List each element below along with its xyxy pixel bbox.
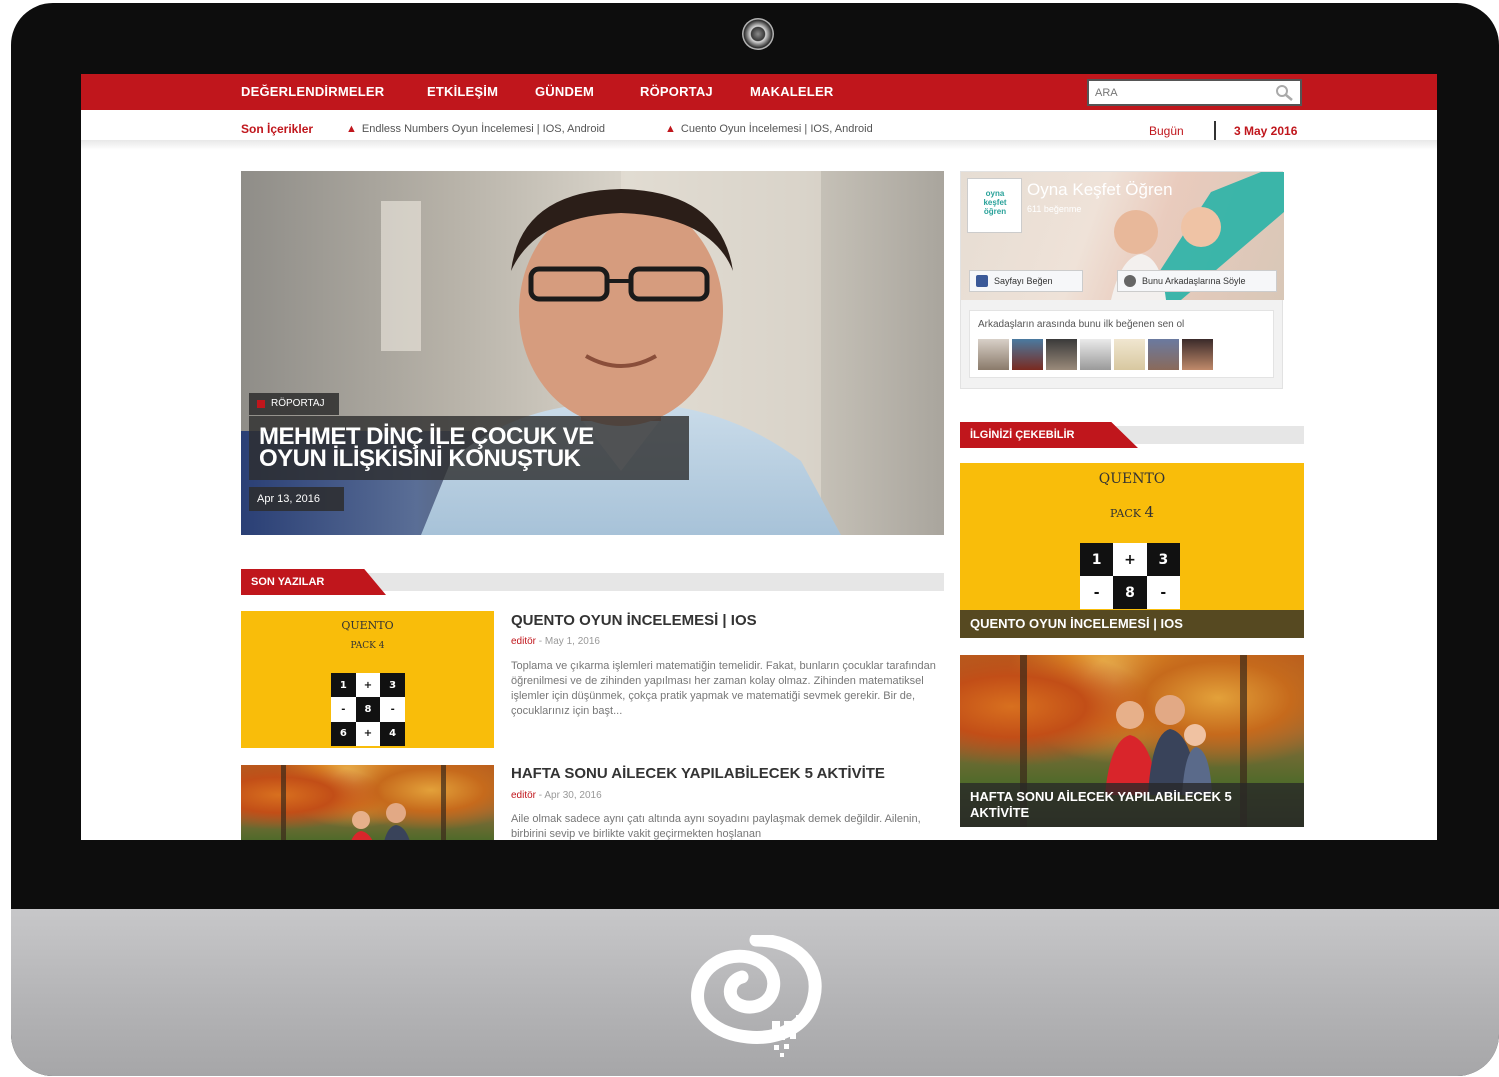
quento-cell: 3 — [1146, 543, 1180, 576]
featured-card-title: HAFTA SONU AİLECEK YAPILABİLECEK 5 AKTİV… — [960, 783, 1304, 827]
quento-cell: 1 — [1080, 543, 1114, 576]
nav-item-degerlendirmeler[interactable]: DEĞERLENDİRMELER — [241, 84, 384, 99]
monitor-frame: DEĞERLENDİRMELER ETKİLEŞİM GÜNDEM RÖPORT… — [11, 3, 1499, 1076]
facebook-cover: oyna keşfet öğren Oyna Keşfet Öğren 611 … — [961, 172, 1284, 300]
facebook-friends-text: Arkadaşların arasında bunu ilk beğenen s… — [978, 319, 1185, 330]
hero-date: Apr 13, 2016 — [249, 487, 344, 511]
browser-screen: DEĞERLENDİRMELER ETKİLEŞİM GÜNDEM RÖPORT… — [81, 74, 1437, 840]
webcam-icon — [742, 18, 774, 50]
quento-cell: 3 — [380, 673, 405, 698]
facebook-page-logo[interactable]: oyna keşfet öğren — [967, 178, 1022, 233]
quento-pack: PACK 4 — [960, 503, 1304, 521]
post-thumbnail[interactable]: QUENTO PACK 4 1 + 3 - 8 - 6 + 4 — [241, 611, 494, 748]
quento-grid: 1 + 3 - 8 - 6 + 4 — [331, 673, 405, 746]
quento-pack-number: 4 — [1144, 503, 1155, 521]
today-label: Bugün — [1149, 124, 1184, 138]
hero-category-badge[interactable]: RÖPORTAJ — [249, 393, 339, 415]
post-meta: editör - May 1, 2016 — [511, 636, 600, 647]
quento-pack-label: PACK — [350, 641, 376, 651]
search-icon[interactable] — [1274, 84, 1294, 102]
facebook-logo-text: oyna keşfet öğren — [983, 189, 1007, 216]
ticker-item-text: Cuento Oyun İncelemesi | IOS, Android — [680, 123, 873, 135]
featured-card-title: QUENTO OYUN İNCELEMESİ | IOS — [960, 610, 1304, 638]
section-title: SON YAZILAR — [241, 569, 386, 595]
hero-title-line: OYUN İLİŞKİSİNİ KONUŞTUK — [259, 445, 581, 472]
quento-cell: + — [355, 673, 381, 698]
quento-cell: 8 — [1113, 576, 1147, 609]
facebook-share-label: Bunu Arkadaşlarına Söyle — [1142, 276, 1246, 286]
post-meta: editör - Apr 30, 2016 — [511, 790, 602, 801]
ticker-item-text: Endless Numbers Oyun İncelemesi | IOS, A… — [361, 123, 606, 135]
ticker-label: Son İçerikler — [241, 122, 314, 136]
avatar[interactable] — [1080, 339, 1111, 370]
quento-grid: 1 + 3 - 8 - — [1080, 543, 1180, 609]
facebook-share-button[interactable]: Bunu Arkadaşlarına Söyle — [1117, 270, 1277, 292]
nav-item-roportaj[interactable]: RÖPORTAJ — [640, 84, 713, 99]
featured-card[interactable]: HAFTA SONU AİLECEK YAPILABİLECEK 5 AKTİV… — [960, 655, 1304, 827]
arrow-icon: ▲ — [346, 123, 357, 135]
ticker-item[interactable]: ▲ Cuento Oyun İncelemesi | IOS, Android — [665, 123, 873, 135]
quento-cell: - — [1146, 576, 1180, 609]
avatar[interactable] — [978, 339, 1009, 370]
quento-pack: PACK 4 — [241, 641, 494, 651]
family-figures — [281, 765, 446, 840]
quento-brand: QUENTO — [341, 619, 394, 632]
arrow-icon: ▲ — [665, 123, 676, 135]
facebook-likes-count: 611 beğenme — [1027, 204, 1082, 214]
post-excerpt: Aile olmak sadece aynı çatı altında aynı… — [511, 813, 921, 840]
facebook-like-button[interactable]: Sayfayı Beğen — [969, 270, 1083, 292]
divider — [1214, 121, 1216, 141]
quento-cell: + — [1113, 543, 1147, 576]
quento-cell: - — [331, 697, 356, 722]
hero-slide[interactable]: RÖPORTAJ MEHMET DİNÇ İLE ÇOCUK VE OYUN İ… — [241, 171, 944, 535]
facebook-page-name[interactable]: Oyna Keşfet Öğren — [1027, 180, 1173, 200]
post-title[interactable]: QUENTO OYUN İNCELEMESİ | IOS — [511, 612, 757, 629]
post-title[interactable]: HAFTA SONU AİLECEK YAPILABİLECEK 5 AKTİV… — [511, 765, 885, 782]
nav-item-makaleler[interactable]: MAKALELER — [750, 84, 833, 99]
main-navigation: DEĞERLENDİRMELER ETKİLEŞİM GÜNDEM RÖPORT… — [81, 74, 1437, 110]
facebook-friends-box: Arkadaşların arasında bunu ilk beğenen s… — [969, 310, 1274, 378]
section-header-latest: SON YAZILAR — [241, 569, 944, 595]
quento-cell: - — [380, 697, 405, 722]
messenger-icon — [1124, 275, 1136, 287]
facebook-icon — [976, 275, 988, 287]
ticker-item[interactable]: ▲ Endless Numbers Oyun İncelemesi | IOS, … — [346, 123, 605, 135]
quento-cell: 6 — [331, 721, 356, 746]
quento-cell: - — [1080, 576, 1114, 609]
avatar[interactable] — [1182, 339, 1213, 370]
divider — [81, 140, 1437, 150]
post-date: May 1, 2016 — [544, 636, 600, 647]
post-excerpt: Toplama ve çıkarma işlemleri matematiğin… — [511, 660, 936, 717]
nav-item-etkilesim[interactable]: ETKİLEŞİM — [427, 84, 498, 99]
featured-card[interactable]: QUENTO PACK 4 1 + 3 - 8 - QUENTO OYUN İN… — [960, 463, 1304, 638]
quento-pack-label: PACK — [1109, 507, 1141, 520]
hero-photo — [241, 171, 944, 535]
quento-cell: 1 — [331, 673, 356, 698]
avatar[interactable] — [1148, 339, 1179, 370]
post-thumbnail[interactable] — [241, 765, 494, 840]
post-author[interactable]: editör — [511, 636, 536, 647]
quento-pack-number: 4 — [378, 641, 385, 651]
avatar[interactable] — [1046, 339, 1077, 370]
search-input[interactable] — [1095, 84, 1255, 102]
quento-cell: + — [355, 721, 381, 746]
brand-logo-icon — [691, 935, 822, 1057]
quento-brand: QUENTO — [1098, 471, 1166, 487]
current-date: 3 May 2016 — [1234, 124, 1298, 138]
section-title: İLGİNİZİ ÇEKEBİLİR — [960, 422, 1138, 448]
facebook-page-widget: oyna keşfet öğren Oyna Keşfet Öğren 611 … — [960, 171, 1284, 389]
hero-title[interactable]: MEHMET DİNÇ İLE ÇOCUK VE OYUN İLİŞKİSİNİ… — [249, 416, 689, 480]
search-box — [1087, 79, 1302, 106]
nav-item-gundem[interactable]: GÜNDEM — [535, 84, 594, 99]
avatar[interactable] — [1114, 339, 1145, 370]
post-date: Apr 30, 2016 — [544, 790, 602, 801]
quento-thumbnail: QUENTO PACK 4 1 + 3 - 8 - 6 + 4 — [241, 611, 494, 748]
avatar[interactable] — [1012, 339, 1043, 370]
facebook-like-label: Sayfayı Beğen — [994, 276, 1053, 286]
post-author[interactable]: editör — [511, 790, 536, 801]
quento-cell: 8 — [355, 697, 381, 722]
quento-cell: 4 — [380, 721, 405, 746]
section-header-featured: İLGİNİZİ ÇEKEBİLİR — [960, 422, 1304, 448]
